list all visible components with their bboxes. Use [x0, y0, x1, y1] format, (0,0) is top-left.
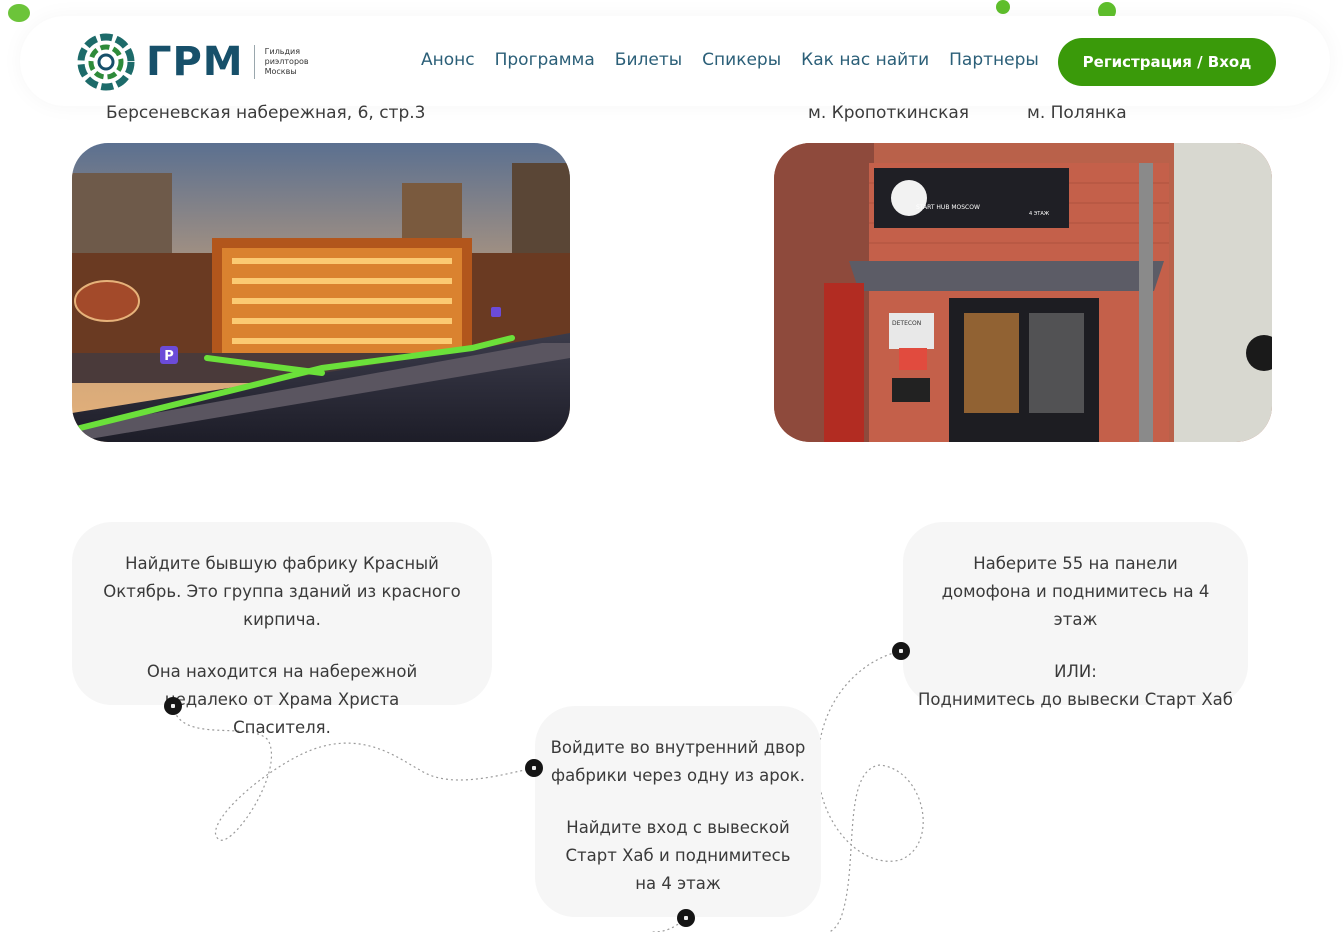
- step-2-text-2: Найдите вход с вывеской Старт Хаб и подн…: [565, 818, 791, 893]
- step-1-text-2: Она находится на набережной недалеко от …: [146, 662, 418, 737]
- step-3-text-2: ИЛИ:: [1054, 662, 1097, 681]
- step-card-3: Наберите 55 на панели домофона и подними…: [903, 522, 1248, 709]
- route-point-marker: [677, 909, 695, 927]
- step-card-1: Найдите бывшую фабрику Красный Октябрь. …: [72, 522, 492, 737]
- step-2-text-1: Войдите во внутренний двор фабрики через…: [550, 738, 806, 785]
- step-card-2: Войдите во внутренний двор фабрики через…: [535, 706, 821, 917]
- step-3-text-3: Поднимитесь до вывески Старт Хаб: [918, 690, 1233, 709]
- route-point-marker: [525, 759, 543, 777]
- step-3-text-1: Наберите 55 на панели домофона и подними…: [941, 554, 1210, 629]
- route-point-marker: [164, 697, 182, 715]
- route-point-marker: [892, 642, 910, 660]
- step-1-text-1: Найдите бывшую фабрику Красный Октябрь. …: [103, 554, 461, 629]
